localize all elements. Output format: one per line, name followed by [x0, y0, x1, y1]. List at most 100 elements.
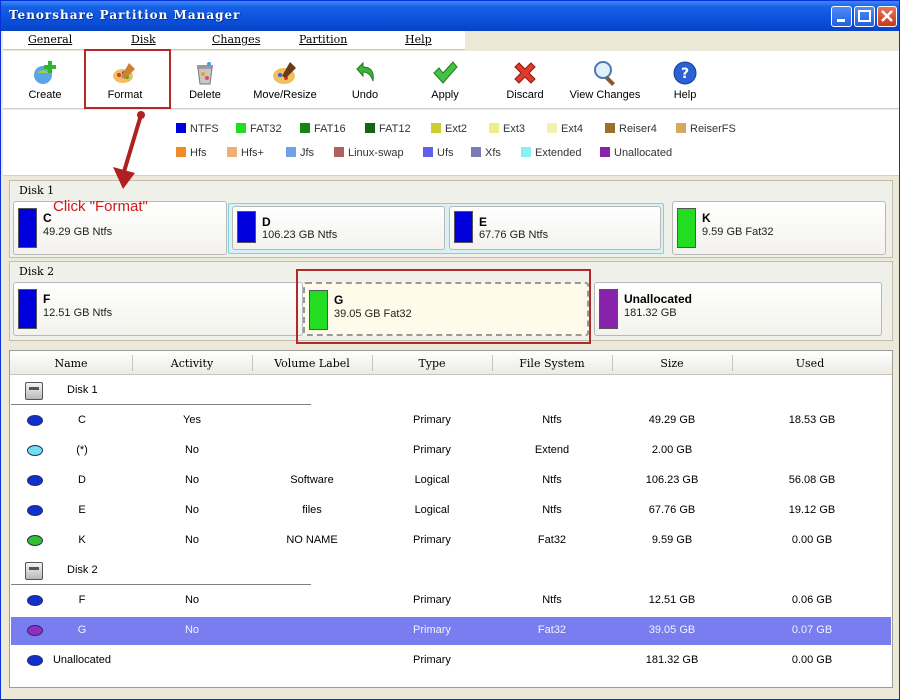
table-row[interactable]: C Yes Primary Ntfs 49.29 GB 18.53 GB — [11, 407, 891, 435]
delete-button[interactable]: Delete — [165, 57, 245, 105]
help-icon: ? — [673, 61, 697, 85]
legend-fat16: FAT16 — [300, 123, 346, 135]
legend-xfs: Xfs — [471, 147, 501, 159]
discard-button[interactable]: Discard — [485, 57, 565, 105]
table-row[interactable]: F No Primary Ntfs 12.51 GB 0.06 GB — [11, 587, 891, 615]
view-changes-icon — [594, 61, 615, 86]
partition-k-name: K — [702, 211, 711, 225]
legend-jfs: Jfs — [286, 147, 314, 159]
move-resize-icon — [273, 62, 296, 84]
cell-name: G — [77, 624, 87, 636]
discard-icon — [514, 62, 536, 84]
legend-ext2: Ext2 — [431, 123, 467, 135]
cell-used: 0.06 GB — [791, 594, 833, 606]
col-size[interactable]: Size — [612, 357, 732, 370]
cell-size: 49.29 GB — [648, 414, 696, 426]
cell-activity: No — [184, 624, 200, 636]
menu-disk[interactable]: Disk — [131, 33, 156, 46]
cell-type: Primary — [413, 414, 451, 426]
red-arrow-icon — [113, 111, 145, 189]
partition-table: Name Activity Volume Label Type File Sys… — [9, 350, 893, 688]
cell-type: Logical — [414, 504, 450, 516]
menu-help[interactable]: Help — [405, 33, 432, 46]
cell-activity: No — [184, 534, 200, 546]
col-volume-label[interactable]: Volume Label — [252, 357, 372, 370]
partition-e-name: E — [479, 215, 488, 229]
title-bar[interactable]: Tenorshare Partition Manager — [1, 1, 899, 31]
col-used[interactable]: Used — [732, 357, 888, 370]
table-row[interactable]: (*) No Primary Extend 2.00 GB — [11, 437, 891, 465]
undo-button[interactable]: Undo — [325, 57, 405, 105]
table-row[interactable]: Unallocated Primary 181.32 GB 0.00 GB — [11, 647, 891, 675]
menu-changes[interactable]: Changes — [212, 33, 260, 46]
help-label: Help — [673, 89, 697, 101]
table-disk-row[interactable]: Disk 2 — [11, 557, 891, 585]
legend-ext4: Ext4 — [547, 123, 583, 135]
legend-reiserfs: ReiserFS — [676, 123, 736, 135]
menu-general[interactable]: General — [28, 33, 72, 46]
disk-name: Disk 2 — [67, 564, 98, 576]
partition-e-info: 67.76 GB Ntfs — [479, 229, 549, 241]
cell-type: Primary — [413, 624, 451, 636]
partition-d-block[interactable]: D 106.23 GB Ntfs — [232, 206, 445, 250]
cell-file-system: Fat32 — [537, 534, 567, 546]
partition-f-block[interactable]: F 12.51 GB Ntfs — [13, 282, 303, 336]
col-activity[interactable]: Activity — [132, 357, 252, 370]
cell-activity: No — [184, 504, 200, 516]
delete-icon — [197, 62, 213, 85]
col-name[interactable]: Name — [10, 357, 132, 370]
col-file-system[interactable]: File System — [492, 357, 612, 370]
partition-e-block[interactable]: E 67.76 GB Ntfs — [449, 206, 661, 250]
partition-icon — [27, 445, 43, 456]
table-row[interactable]: D No Software Logical Ntfs 106.23 GB 56.… — [11, 467, 891, 495]
minimize-button[interactable] — [831, 6, 852, 27]
table-disk-row[interactable]: Disk 1 — [11, 377, 891, 405]
discard-label: Discard — [506, 89, 544, 101]
col-type[interactable]: Type — [372, 357, 492, 370]
legend-extended: Extended — [521, 147, 581, 159]
cell-activity: No — [184, 594, 200, 606]
partition-f-info: 12.51 GB Ntfs — [43, 307, 113, 319]
apply-button[interactable]: Apply — [405, 57, 485, 105]
window-title: Tenorshare Partition Manager — [9, 8, 241, 22]
cell-size: 2.00 GB — [651, 444, 693, 456]
table-row[interactable]: E No files Logical Ntfs 67.76 GB 19.12 G… — [11, 497, 891, 525]
partition-d-name: D — [262, 215, 271, 229]
move-resize-button[interactable]: Move/Resize — [245, 57, 325, 105]
legend-ntfs: NTFS — [176, 123, 219, 135]
menu-bar: General Disk Changes Partition Help — [3, 31, 465, 50]
create-button[interactable]: Create — [5, 57, 85, 105]
partition-icon — [27, 535, 43, 546]
hard-disk-icon — [25, 382, 43, 400]
cell-activity: No — [184, 474, 200, 486]
close-button[interactable] — [877, 6, 897, 27]
partition-k-block[interactable]: K 9.59 GB Fat32 — [672, 201, 886, 255]
partition-g-highlight-box — [296, 269, 591, 344]
cell-size: 9.59 GB — [651, 534, 693, 546]
legend-fat12: FAT12 — [365, 123, 411, 135]
minimize-icon — [837, 19, 845, 22]
legend-reiser4: Reiser4 — [605, 123, 657, 135]
cell-name: F — [78, 594, 86, 606]
disk2-label: Disk 2 — [19, 265, 55, 278]
disk1-map: Disk 1 C 49.29 GB Ntfs D 106.23 GB Ntfs … — [9, 180, 893, 258]
maximize-button[interactable] — [854, 6, 875, 27]
partition-c-bar — [18, 208, 37, 248]
close-icon — [881, 10, 893, 22]
table-row[interactable]: K No NO NAME Primary Fat32 9.59 GB 0.00 … — [11, 527, 891, 555]
cell-size: 12.51 GB — [648, 594, 696, 606]
table-header: Name Activity Volume Label Type File Sys… — [10, 351, 892, 375]
unallocated-block[interactable]: Unallocated 181.32 GB — [594, 282, 882, 336]
cell-name: E — [78, 504, 86, 516]
legend-hfs-plus: Hfs+ — [227, 147, 264, 159]
menu-partition[interactable]: Partition — [299, 33, 347, 46]
create-label: Create — [28, 89, 62, 101]
help-button[interactable]: ? Help — [645, 57, 725, 105]
table-row-selected[interactable]: G No Primary Fat32 39.05 GB 0.07 GB — [11, 617, 891, 645]
view-changes-button[interactable]: View Changes — [565, 57, 645, 105]
unallocated-name: Unallocated — [624, 292, 693, 306]
partition-icon — [27, 655, 43, 666]
maximize-icon — [858, 10, 871, 22]
cell-size: 67.76 GB — [648, 504, 696, 516]
cell-file-system: Extend — [534, 444, 570, 456]
